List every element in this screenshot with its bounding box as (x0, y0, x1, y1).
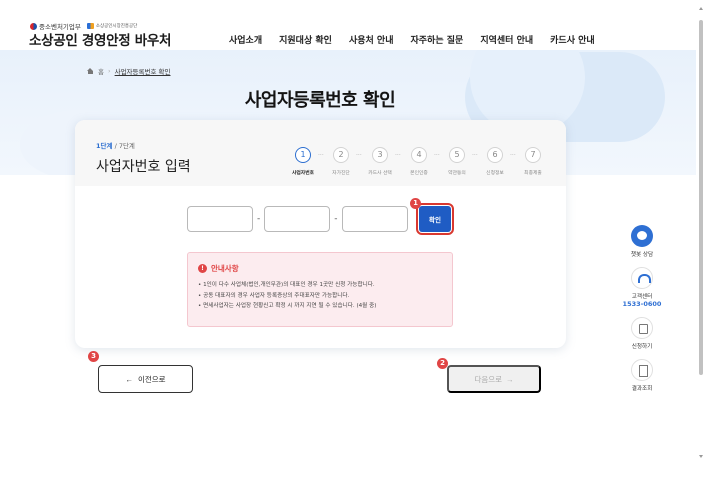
nav-item-about[interactable]: 사업소개 (229, 33, 262, 46)
site-header: 중소벤처기업부 소상공인시장진흥공단 소상공인 경영안정 바우처 사업소개 지원… (0, 0, 706, 50)
site-brand[interactable]: 소상공인 경영안정 바우처 (29, 29, 171, 49)
notice-item: • 1인이 다수 사업체(법인,개인무관)의 대표인 경우 1곳만 신청 가능합… (198, 282, 375, 288)
step-counter: 1단계 / 7단계 (96, 140, 135, 150)
step-number: 2 (333, 147, 349, 163)
quick-result-label: 결과조회 (631, 386, 653, 392)
nav-item-faq[interactable]: 자주하는 질문 (411, 33, 464, 46)
quick-apply[interactable]: 신청하기 (617, 317, 667, 350)
step-progress: 1 사업자번호 ··· 2 자가진단 ··· 3 카드사 선택 ··· 4 본인… (285, 147, 555, 183)
notice-item: • 면세사업자는 사업장 현황신고 확정 시 까지 지연 될 수 있습니다. (… (198, 303, 377, 309)
step-total: / 7단계 (114, 142, 135, 150)
step-5: 5 약관동의 (439, 147, 475, 176)
business-number-part1-input[interactable] (187, 206, 253, 232)
headset-icon (631, 267, 653, 289)
customer-center-phone: 1533-0600 (622, 300, 662, 308)
step-number: 6 (487, 147, 503, 163)
step-connector: ··· (395, 152, 401, 159)
next-button-label: 다음으로 (474, 374, 503, 384)
step-label: 자가진단 (332, 171, 350, 176)
step-1: 1 사업자번호 (285, 147, 321, 176)
previous-button[interactable]: ← 이전으로 (98, 365, 193, 393)
alert-icon: ! (198, 264, 207, 273)
scroll-up-icon[interactable] (699, 7, 703, 10)
breadcrumb-current[interactable]: 사업자등록번호 확인 (115, 66, 171, 76)
step-label: 약관동의 (448, 171, 466, 176)
nav-item-card-company[interactable]: 카드사 안내 (550, 33, 595, 46)
notice-title-text: 안내사항 (211, 264, 239, 273)
step-label: 본인인증 (410, 171, 428, 176)
step-label: 카드사 선택 (368, 171, 392, 176)
nav-item-eligibility[interactable]: 지원대상 확인 (279, 33, 332, 46)
step-number: 7 (525, 147, 541, 163)
breadcrumb: 홈 › 사업자등록번호 확인 (87, 66, 170, 76)
edit-icon (631, 317, 653, 339)
previous-button-label: 이전으로 (137, 374, 166, 384)
business-number-inputs: - - (187, 206, 408, 232)
chatbot-icon (631, 225, 653, 247)
home-icon[interactable] (87, 68, 94, 74)
step-connector: ··· (356, 152, 362, 159)
nav-item-regional-center[interactable]: 지역센터 안내 (480, 33, 533, 46)
quick-apply-label: 신청하기 (631, 344, 653, 350)
quick-chatbot-label: 챗봇 상담 (630, 252, 654, 258)
input-separator: - (334, 214, 338, 224)
callout-marker-1: 1 (410, 198, 421, 209)
step-number: 5 (449, 147, 465, 163)
step-number: 3 (372, 147, 388, 163)
page-scrollbar[interactable] (696, 0, 706, 480)
card-header: 1단계 / 7단계 사업자번호 입력 1 사업자번호 ··· 2 자가진단 ··… (75, 120, 566, 186)
step-7: 7 최종제출 (515, 147, 551, 176)
quick-menu: 챗봇 상담 고객센터 1533-0600 신청하기 결과조회 (617, 225, 667, 401)
business-number-part3-input[interactable] (341, 206, 408, 232)
scroll-thumb[interactable] (699, 20, 703, 375)
step-6: 6 신청정보 (477, 147, 513, 176)
step-label: 최종제출 (524, 171, 542, 176)
notice-box: ! 안내사항 • 1인이 다수 사업체(법인,개인무관)의 대표인 경우 1곳만… (187, 252, 453, 327)
breadcrumb-separator: › (107, 67, 111, 75)
business-number-part2-input[interactable] (264, 206, 331, 232)
step-4: 4 본인인증 (401, 147, 437, 176)
document-search-icon (631, 359, 653, 381)
scroll-down-icon[interactable] (699, 455, 703, 458)
step-number: 1 (295, 147, 311, 163)
quick-result[interactable]: 결과조회 (617, 359, 667, 392)
page-title: 사업자등록번호 확인 (244, 90, 396, 111)
step-2: 2 자가진단 (323, 147, 359, 176)
verification-card: 1단계 / 7단계 사업자번호 입력 1 사업자번호 ··· 2 자가진단 ··… (75, 120, 566, 348)
step-current: 1단계 (96, 142, 113, 150)
step-label: 사업자번호 (291, 171, 315, 176)
confirm-button[interactable]: 확인 (416, 203, 454, 235)
step-title: 사업자번호 입력 (96, 159, 191, 175)
notice-title: ! 안내사항 (198, 263, 442, 274)
step-3: 3 카드사 선택 (362, 147, 398, 176)
arrow-left-icon: ← (125, 374, 133, 384)
input-separator: - (257, 214, 261, 224)
notice-list: • 1인이 다수 사업체(법인,개인무관)의 대표인 경우 1곳만 신청 가능합… (198, 280, 442, 312)
callout-marker-3: 3 (88, 351, 99, 362)
main-nav: 사업소개 지원대상 확인 사용처 안내 자주하는 질문 지역센터 안내 카드사 … (229, 33, 595, 46)
nav-item-usage[interactable]: 사용처 안내 (349, 33, 394, 46)
breadcrumb-home[interactable]: 홈 (98, 66, 104, 76)
next-button[interactable]: 다음으로 → (447, 365, 541, 393)
step-label: 신청정보 (486, 171, 504, 176)
quick-customer-center[interactable]: 고객센터 1533-0600 (617, 267, 667, 308)
notice-item: • 공동 대표자의 경우 사업자 등록증상의 주대표자만 가능합니다. (198, 292, 350, 299)
step-number: 4 (411, 147, 427, 163)
arrow-right-icon: → (506, 374, 514, 384)
quick-chatbot[interactable]: 챗봇 상담 (617, 225, 667, 258)
quick-center-label: 고객센터 (631, 294, 653, 300)
